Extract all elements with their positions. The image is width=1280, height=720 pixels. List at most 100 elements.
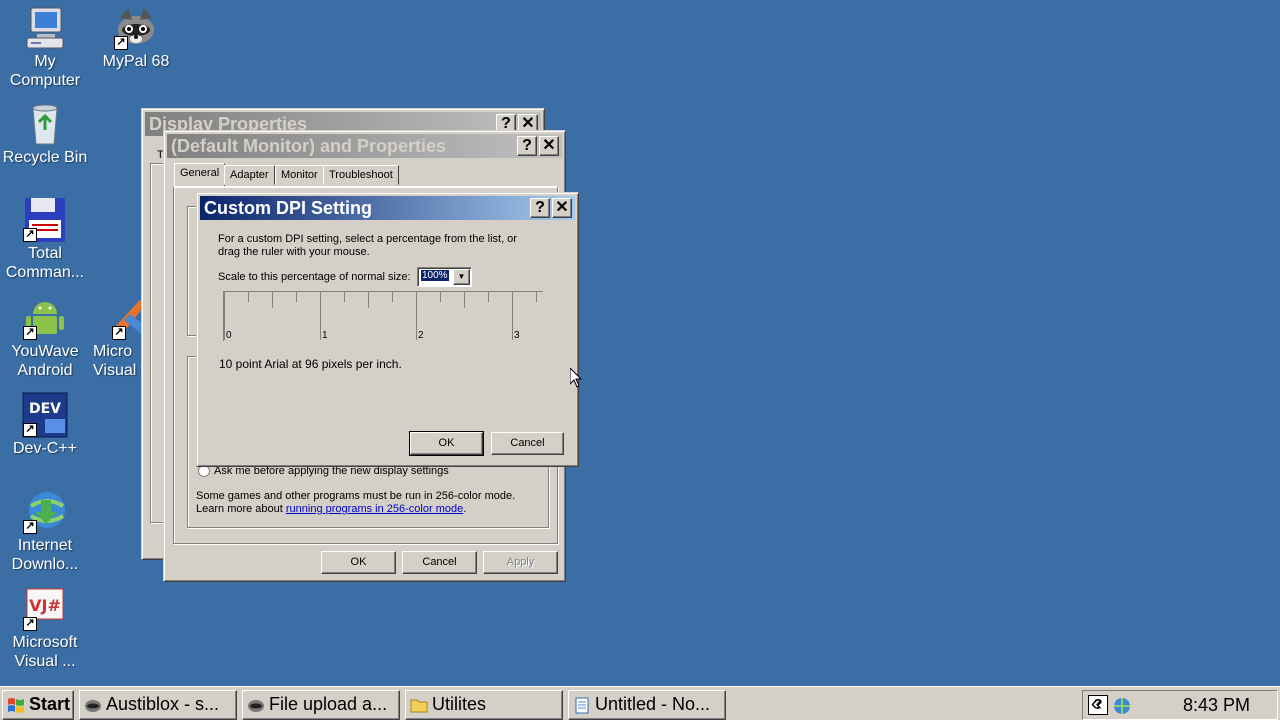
tab-strip: General Adapter Monitor Troubleshoot	[172, 163, 562, 187]
shortcut-arrow-icon: ↗	[23, 228, 37, 242]
internet-download-manager-icon: ↗	[21, 488, 69, 536]
chevron-down-icon[interactable]: ▼	[453, 269, 470, 285]
color-mode-note: Some games and other programs must be ru…	[196, 490, 516, 502]
cancel-button[interactable]: Cancel	[491, 432, 564, 455]
desktop-icon-youwave[interactable]: ↗ YouWave Android	[0, 294, 90, 380]
learn-more-suffix: .	[463, 503, 467, 515]
dpi-ruler[interactable]: 0 1 2 3	[223, 291, 543, 341]
desktop-icon-recycle-bin[interactable]: Recycle Bin	[0, 100, 90, 167]
mypal-icon	[248, 700, 264, 712]
desktop-icon-label: Recycle Bin	[2, 149, 88, 166]
desktop-icon-my-computer[interactable]: My Computer	[0, 4, 90, 90]
start-label: Start	[29, 694, 71, 714]
taskbar-item-notepad[interactable]: Untitled - No...	[568, 690, 726, 720]
shortcut-arrow-icon: ↗	[114, 36, 128, 50]
my-computer-icon	[21, 4, 69, 52]
desktop-icon-label: Internet Downlo...	[11, 537, 79, 573]
recycle-bin-icon	[21, 100, 69, 148]
svg-text:VJ#: VJ#	[29, 596, 61, 615]
ruler-tick-major	[224, 292, 225, 340]
visual-jsharp-icon: VJ# ↗	[21, 585, 69, 633]
color-mode-link[interactable]: running programs in 256-color mode	[286, 503, 463, 515]
ok-button[interactable]: OK	[321, 551, 396, 574]
ruler-label: 0	[226, 330, 232, 341]
ruler-label: 2	[418, 330, 424, 341]
ruler-tick-major	[512, 292, 513, 340]
cancel-button[interactable]: Cancel	[402, 551, 477, 574]
clock[interactable]: 8:43 PM	[1183, 691, 1250, 719]
system-tray: « 8:43 PM	[1082, 690, 1278, 720]
tab-monitor[interactable]: Monitor	[275, 165, 324, 185]
ok-button[interactable]: OK	[409, 431, 484, 456]
help-button[interactable]: ?	[530, 198, 550, 218]
desktop-icon-label: Microsoft Visual ...	[12, 634, 78, 670]
close-button[interactable]: ✕	[539, 136, 559, 156]
desktop-icon-dev-cpp[interactable]: DEV ↗ Dev-C++	[0, 391, 90, 458]
learn-more-prefix: Learn more about	[196, 503, 286, 515]
ruler-tick	[296, 292, 297, 302]
desktop-icon-label: YouWave Android	[11, 343, 79, 379]
mypal-icon: ↗	[112, 4, 160, 52]
ruler-tick	[488, 292, 489, 302]
mouse-cursor-icon	[570, 368, 582, 388]
desktop-icon-mypal[interactable]: ↗ MyPal 68	[91, 4, 181, 71]
ruler-tick	[344, 292, 345, 302]
desktop-icon-internet-download-manager[interactable]: ↗ Internet Downlo...	[0, 488, 90, 574]
desktop-icon-total-commander[interactable]: ↗ Total Comman...	[0, 196, 90, 282]
mypal-icon	[85, 700, 101, 712]
windows-logo-icon	[8, 698, 24, 713]
notepad-icon	[575, 697, 589, 714]
scale-label: Scale to this percentage of normal size:	[218, 271, 411, 283]
help-button[interactable]: ?	[517, 136, 537, 156]
android-icon: ↗	[21, 294, 69, 342]
total-commander-icon: ↗	[21, 196, 69, 244]
taskbar: Start Austiblox - s... File upload a... …	[0, 686, 1280, 720]
dpi-description: For a custom DPI setting, select a perce…	[218, 233, 517, 258]
sample-text: 10 point Arial at 96 pixels per inch.	[219, 357, 402, 371]
desktop-icon-label: Dev-C++	[12, 440, 78, 457]
shortcut-arrow-icon: ↗	[23, 326, 37, 340]
ruler-label: 1	[322, 330, 328, 341]
custom-dpi-dialog[interactable]: Custom DPI Setting ? ✕ For a custom DPI …	[196, 192, 579, 467]
tab-adapter[interactable]: Adapter	[224, 165, 275, 185]
ruler-tick-major	[320, 292, 321, 340]
taskbar-item-label: Untitled - No...	[595, 694, 711, 714]
apply-button[interactable]: Apply	[483, 551, 558, 574]
tab-troubleshoot[interactable]: Troubleshoot	[323, 165, 399, 185]
taskbar-item-label: Austiblox - s...	[106, 694, 220, 714]
window-title: (Default Monitor) and Properties	[171, 135, 447, 156]
ruler-tick	[272, 292, 273, 308]
dev-cpp-icon: DEV ↗	[21, 391, 69, 439]
taskbar-item-austiblox[interactable]: Austiblox - s...	[79, 690, 237, 720]
window-title: Custom DPI Setting	[204, 197, 373, 218]
taskbar-item-file-upload[interactable]: File upload a...	[242, 690, 400, 720]
start-button[interactable]: Start	[2, 690, 74, 720]
desktop-icon-visual-jsharp[interactable]: VJ# ↗ Microsoft Visual ...	[0, 585, 90, 671]
learn-more-text: Learn more about running programs in 256…	[196, 503, 466, 515]
ruler-tick	[536, 292, 537, 302]
folder-icon	[410, 699, 428, 713]
ruler-tick-major	[416, 292, 417, 340]
taskbar-item-utilites[interactable]: Utilites	[405, 690, 563, 720]
custom-dpi-titlebar[interactable]: Custom DPI Setting ? ✕	[200, 196, 575, 220]
shortcut-arrow-icon: ↗	[23, 520, 37, 534]
ruler-tick	[464, 292, 465, 308]
desktop-icon-label: My Computer	[9, 53, 81, 89]
ruler-tick	[248, 292, 249, 302]
shortcut-arrow-icon: ↗	[23, 617, 37, 631]
taskbar-item-label: Utilites	[432, 694, 487, 714]
tab-general[interactable]: General	[174, 163, 226, 187]
ruler-tick	[368, 292, 369, 308]
desktop-icon-label: MyPal 68	[102, 53, 170, 70]
monitor-properties-titlebar[interactable]: (Default Monitor) and Properties ? ✕	[167, 134, 562, 158]
shortcut-arrow-icon: ↗	[23, 423, 37, 437]
scale-combobox[interactable]: 100% ▼	[417, 267, 472, 287]
close-button[interactable]: ✕	[552, 198, 572, 218]
ruler-tick	[440, 292, 441, 302]
scale-value[interactable]: 100%	[421, 270, 449, 281]
tray-expand-chevron[interactable]: «	[1091, 690, 1102, 718]
network-icon[interactable]	[1111, 696, 1133, 716]
taskbar-item-label: File upload a...	[269, 694, 388, 714]
ruler-tick	[392, 292, 393, 302]
shortcut-arrow-icon: ↗	[112, 326, 126, 340]
